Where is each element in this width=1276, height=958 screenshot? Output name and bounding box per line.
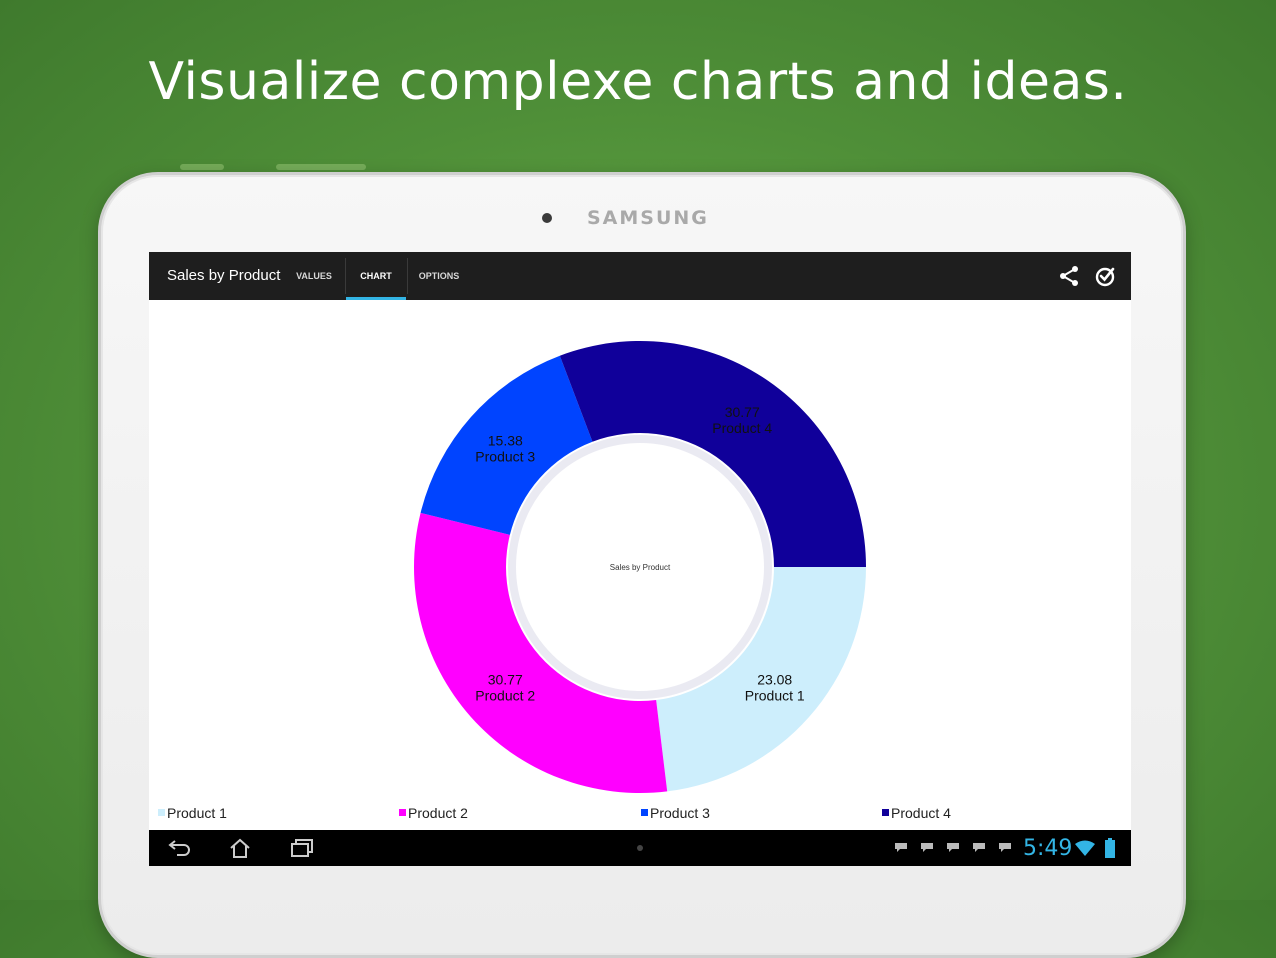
notification-icon (921, 843, 933, 852)
legend-item: Product 2 (399, 805, 468, 821)
slice-name-label: Product 1 (745, 687, 805, 703)
back-icon[interactable] (167, 837, 193, 859)
device-bump (276, 164, 366, 170)
system-clock: 5:49 (1023, 836, 1073, 861)
check-circle-icon[interactable] (1093, 264, 1117, 288)
slice-name-label: Product 2 (475, 687, 535, 703)
tab-chart[interactable]: CHART (346, 252, 406, 300)
app-title: Sales by Product (167, 267, 281, 284)
camera (542, 213, 552, 223)
legend-swatch (641, 809, 648, 816)
home-icon[interactable] (227, 837, 253, 859)
legend-label: Product 4 (891, 805, 951, 821)
notification-icon (973, 843, 985, 852)
headline: Visualize complexe charts and ideas. (148, 52, 1128, 112)
legend-swatch (399, 809, 406, 816)
tab-values[interactable]: VALUES (289, 252, 339, 300)
slice-value-label: 15.38 (488, 433, 523, 449)
legend-swatch (158, 809, 165, 816)
tab-divider (407, 258, 408, 294)
donut-slice (559, 341, 866, 567)
chart-area: Sales by Product 23.08 Product 1 30.77 Prod… (149, 300, 1131, 830)
legend-label: Product 1 (167, 805, 227, 821)
battery-icon (1105, 838, 1115, 858)
slice-value-label: 23.08 (757, 671, 792, 687)
action-bar: Sales by Product VALUES CHART OPTIONS (149, 252, 1131, 300)
tab-options[interactable]: OPTIONS (411, 252, 467, 300)
share-icon[interactable] (1057, 264, 1081, 288)
device-brand: SAMSUNG (587, 207, 709, 229)
wifi-icon (1075, 840, 1095, 856)
legend-label: Product 2 (408, 805, 468, 821)
donut-chart: Sales by Product 23.08Product 130.77Prod… (414, 341, 866, 793)
system-nav-bar: 5:49 (149, 830, 1131, 866)
slice-value-label: 30.77 (488, 671, 523, 687)
slice-name-label: Product 3 (475, 449, 535, 465)
tablet-screen: Sales by Product VALUES CHART OPTIONS Sa… (149, 252, 1131, 866)
slice-name-label: Product 4 (712, 420, 772, 436)
center-label: Sales by Product (610, 563, 671, 572)
legend-item: Product 4 (882, 805, 951, 821)
chart-legend: Product 1 Product 2 Product 3 Product 4 (149, 805, 1131, 823)
legend-swatch (882, 809, 889, 816)
recent-apps-icon[interactable] (289, 837, 315, 859)
legend-item: Product 3 (641, 805, 710, 821)
notification-icon (895, 843, 907, 852)
page-dot (637, 845, 643, 851)
legend-label: Product 3 (650, 805, 710, 821)
notification-icon (947, 843, 959, 852)
device-bump (180, 164, 224, 170)
legend-item: Product 1 (158, 805, 227, 821)
notification-icon (999, 843, 1011, 852)
slice-value-label: 30.77 (725, 404, 760, 420)
